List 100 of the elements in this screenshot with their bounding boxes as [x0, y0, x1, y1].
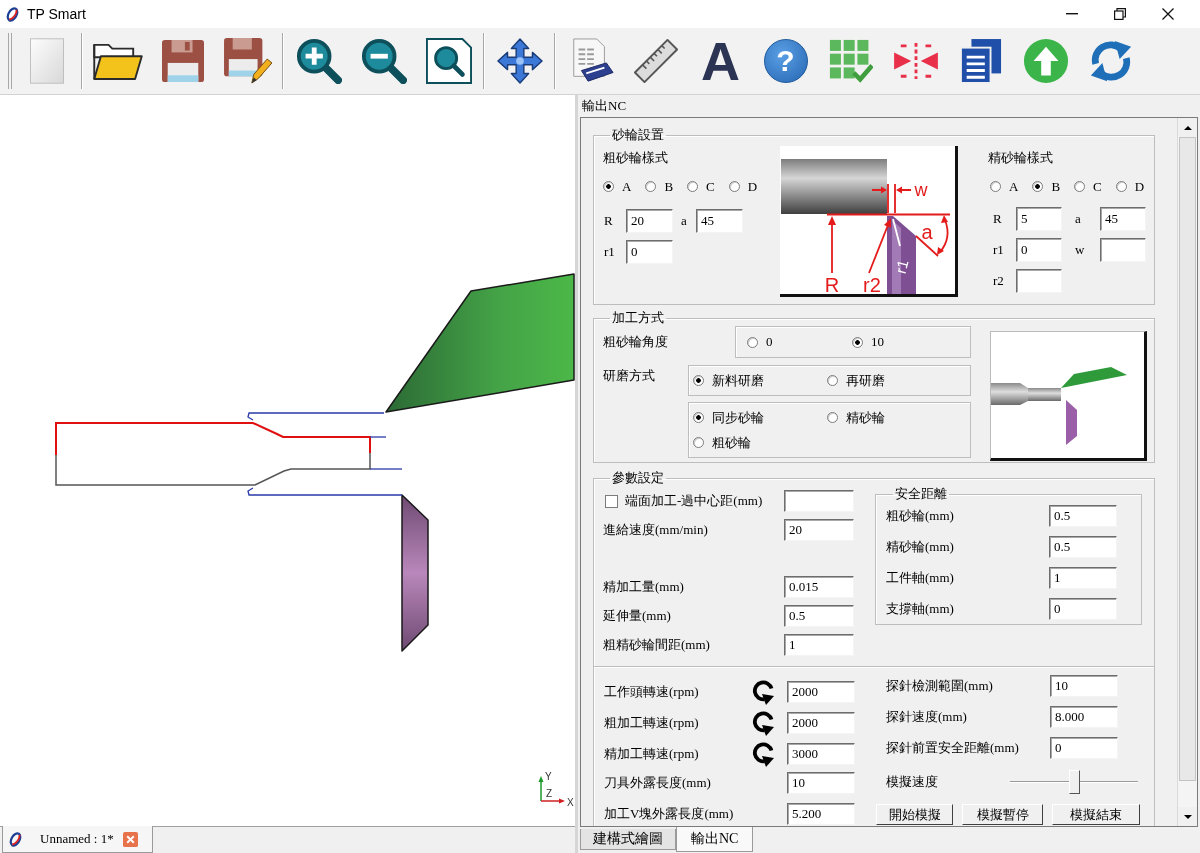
- restore-icon[interactable]: [1114, 8, 1126, 20]
- field-label: 加工V塊外露長度(mm): [604, 805, 734, 823]
- field-label: 刀具外露長度(mm): [604, 774, 711, 792]
- slider-thumb[interactable]: [1068, 770, 1080, 794]
- field-label: 探針檢測範圍(mm): [886, 677, 993, 695]
- radio-option[interactable]: D: [728, 178, 758, 195]
- input-field[interactable]: 2000: [787, 681, 855, 703]
- tab[interactable]: 輸出NC: [676, 827, 754, 852]
- checkbox-option[interactable]: 端面加工-過中心距(mm): [605, 492, 763, 510]
- axis-label: Z: [546, 788, 553, 799]
- app-logo-icon: [5, 6, 20, 22]
- folder-icon[interactable]: [92, 42, 143, 80]
- input-field[interactable]: 20: [784, 519, 854, 541]
- input-field[interactable]: 5.200: [787, 803, 855, 825]
- input-field[interactable]: [1016, 269, 1062, 293]
- radio-option[interactable]: D: [1115, 178, 1145, 195]
- field-label: w: [1075, 242, 1086, 258]
- dimension-arrow: [828, 216, 836, 274]
- radio-option[interactable]: C: [687, 178, 715, 195]
- field-label: 支撐軸(mm): [886, 599, 954, 618]
- input-field[interactable]: 0.5: [784, 605, 854, 627]
- field-label: r1: [993, 242, 1005, 258]
- group-title: 加工方式: [611, 310, 665, 326]
- radio-option[interactable]: 新料研磨: [693, 371, 764, 390]
- zoom-in-icon[interactable]: [295, 38, 342, 84]
- input-field[interactable]: [784, 490, 854, 512]
- radio-option[interactable]: 再研磨: [827, 371, 885, 390]
- scroll-up-button[interactable]: [1178, 118, 1197, 137]
- simulation-button[interactable]: 模擬結束: [1052, 804, 1140, 825]
- input-field[interactable]: 0: [626, 240, 673, 264]
- input-field[interactable]: 2000: [787, 712, 855, 734]
- input-field[interactable]: 45: [1100, 207, 1146, 231]
- document-tab[interactable]: Unnamed : 1*: [2, 826, 153, 853]
- radio-option[interactable]: 0: [747, 334, 773, 350]
- input-field[interactable]: 1: [784, 634, 854, 656]
- panel-title: 輸出NC: [581, 97, 628, 115]
- group-title: 安全距離: [894, 486, 948, 502]
- input-field[interactable]: 5: [1016, 207, 1062, 231]
- axis-label: Y: [545, 771, 552, 782]
- input-field[interactable]: 10: [787, 772, 855, 794]
- radio-option[interactable]: B: [645, 178, 674, 195]
- text-tool-button[interactable]: A: [701, 39, 740, 83]
- rotate-arrow-icon: [752, 741, 776, 767]
- floppy-pencil-icon[interactable]: [223, 38, 272, 84]
- move-arrows-icon[interactable]: [496, 38, 543, 84]
- drawing-canvas[interactable]: Y Z X: [0, 95, 575, 826]
- tab[interactable]: 建構式繪圖: [580, 829, 676, 850]
- ruler-icon[interactable]: [632, 38, 679, 84]
- dimension-label: R: [824, 274, 840, 296]
- input-field[interactable]: 3000: [787, 743, 855, 765]
- scroll-down-button[interactable]: [1178, 807, 1197, 826]
- zoom-out-icon[interactable]: [360, 38, 407, 84]
- input-field[interactable]: 20: [626, 209, 673, 233]
- input-field[interactable]: 0: [1049, 597, 1117, 620]
- group-title: 參數設定: [611, 470, 665, 486]
- grid-check-icon[interactable]: [828, 39, 873, 83]
- simulation-button[interactable]: 開始模擬: [876, 804, 953, 825]
- option-label: 研磨方式: [603, 367, 656, 385]
- simulation-button[interactable]: 模擬暫停: [962, 804, 1043, 825]
- radio-option[interactable]: 10: [852, 334, 884, 350]
- window-title: TP Smart: [27, 6, 86, 22]
- minimize-icon[interactable]: [1066, 13, 1078, 15]
- input-field[interactable]: 8.000: [1050, 706, 1118, 728]
- field-label: 精砂輪(mm): [886, 537, 954, 556]
- radio-option[interactable]: 同步砂輪: [693, 408, 764, 427]
- dimension-label: r1: [891, 257, 912, 276]
- field-label: 工作頭轉速(rpm): [604, 683, 699, 701]
- field-label: 模擬速度: [886, 773, 938, 791]
- x-axis-arrow: [540, 798, 565, 804]
- radio-option[interactable]: 粗砂輪: [693, 433, 751, 452]
- input-field[interactable]: 0: [1050, 737, 1118, 759]
- input-field[interactable]: 0.015: [784, 576, 854, 598]
- radio-option[interactable]: A: [990, 178, 1019, 195]
- input-field[interactable]: 0: [1016, 238, 1062, 262]
- group-title: 砂輪設置: [611, 127, 665, 143]
- field-label: 探針前置安全距離(mm): [886, 739, 1019, 757]
- input-field[interactable]: 10: [1050, 675, 1118, 697]
- field-label: 粗砂輪(mm): [886, 506, 954, 525]
- magnifier-page-icon[interactable]: [425, 38, 472, 84]
- input-field[interactable]: 45: [696, 209, 743, 233]
- caret-up-icon: [1183, 125, 1192, 130]
- input-field[interactable]: 0.5: [1049, 504, 1117, 527]
- input-field[interactable]: 1: [1049, 566, 1117, 589]
- field-label: 工件軸(mm): [886, 568, 954, 587]
- arrows-inward-icon[interactable]: [892, 42, 939, 80]
- radio-option[interactable]: C: [1074, 178, 1102, 195]
- field-label: a: [681, 213, 688, 229]
- input-field[interactable]: 0.5: [1049, 535, 1117, 558]
- scrollbar-thumb[interactable]: [1179, 137, 1196, 781]
- input-field[interactable]: [1100, 238, 1146, 262]
- radio-option[interactable]: 精砂輪: [827, 408, 885, 427]
- radio-option[interactable]: B: [1032, 178, 1061, 195]
- radio-option[interactable]: A: [603, 178, 632, 195]
- scrollbar[interactable]: [1177, 118, 1197, 826]
- close-icon[interactable]: [1162, 8, 1174, 20]
- field-label: 進給速度(mm/min): [603, 521, 708, 539]
- documents-icon[interactable]: [959, 38, 1002, 84]
- option-label: 粗砂輪角度: [603, 333, 669, 351]
- field-label: 粗精砂輪間距(mm): [603, 636, 710, 654]
- axis-label: X: [567, 797, 574, 808]
